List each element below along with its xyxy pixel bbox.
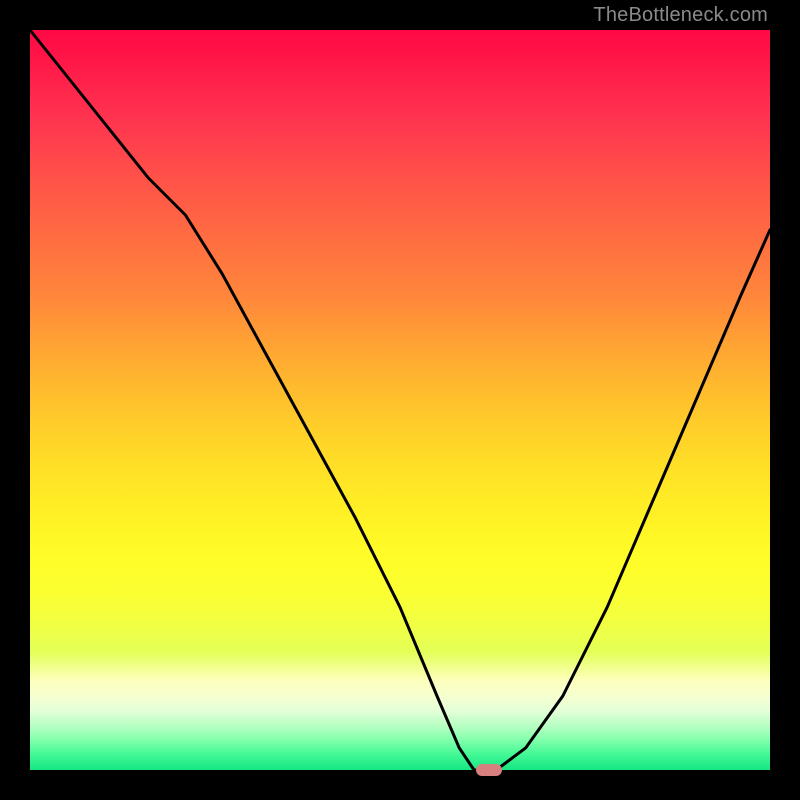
chart-container: TheBottleneck.com	[0, 0, 800, 800]
optimum-marker	[476, 764, 502, 776]
plot-area	[30, 30, 770, 770]
bottleneck-curve	[30, 30, 770, 770]
curve-svg	[30, 30, 770, 770]
watermark-text: TheBottleneck.com	[593, 4, 768, 27]
